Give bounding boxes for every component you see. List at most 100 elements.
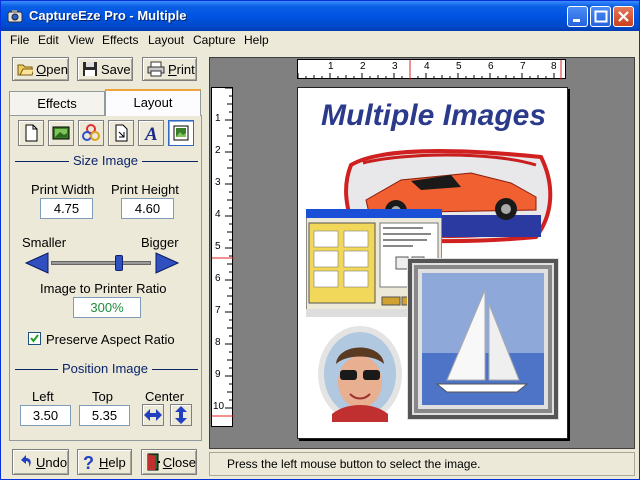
menu-capture[interactable]: Capture — [193, 33, 236, 47]
print-height-label: Print Height — [111, 182, 179, 197]
v-tick-6: 6 — [215, 273, 221, 284]
shrink-arrow-icon[interactable] — [24, 252, 50, 274]
resize-picture-icon — [173, 125, 189, 141]
tab-layout[interactable]: Layout — [105, 89, 201, 116]
h-tick-2: 2 — [360, 61, 366, 72]
vertical-ruler: 1 2 3 4 5 6 7 8 9 10 — [211, 87, 234, 427]
help-label: elp — [108, 454, 126, 470]
printer-icon — [147, 61, 165, 77]
print-width-label: Print Width — [31, 182, 95, 197]
window-title: CaptureEze Pro - Multiple — [29, 8, 187, 23]
ratio-label: Image to Printer Ratio — [40, 281, 167, 296]
smaller-label: Smaller — [22, 235, 67, 250]
v-tick-1: 1 — [215, 113, 221, 124]
open-mnemonic: O — [36, 61, 47, 77]
open-label: pen — [46, 61, 68, 77]
close-mnemonic: C — [162, 454, 173, 470]
text-a-icon: A — [144, 124, 158, 142]
v-tick-4: 4 — [215, 209, 221, 220]
help-button[interactable]: ? Help — [77, 449, 132, 475]
blank-page-button[interactable] — [18, 120, 44, 146]
title-bar[interactable]: CaptureEze Pro - Multiple — [1, 1, 639, 31]
undo-button[interactable]: Undo — [12, 449, 69, 475]
size-slider-thumb[interactable] — [115, 255, 123, 271]
v-tick-7: 7 — [215, 305, 221, 316]
close-button[interactable]: Close — [141, 449, 197, 475]
save-label: Save — [101, 61, 131, 77]
sailboat-image[interactable] — [407, 258, 559, 420]
center-vertical-button[interactable] — [170, 404, 192, 426]
center-label: Center — [145, 389, 185, 404]
folder-open-icon — [17, 64, 34, 76]
v-tick-5: 5 — [215, 241, 221, 252]
undo-label: ndo — [45, 454, 68, 470]
color-circles-icon — [82, 124, 100, 141]
floppy-disk-icon — [83, 62, 97, 76]
h-tick-8: 8 — [551, 61, 557, 72]
exit-door-icon — [147, 453, 160, 471]
size-image-heading: Size Image — [69, 153, 143, 168]
menu-edit[interactable]: Edit — [38, 33, 59, 47]
menu-view[interactable]: View — [68, 33, 94, 47]
position-image-heading: Position Image — [58, 361, 152, 376]
menu-effects[interactable]: Effects — [102, 33, 138, 47]
help-mnemonic: H — [99, 454, 109, 470]
bigger-label: Bigger — [141, 235, 179, 250]
text-button[interactable]: A — [138, 120, 164, 146]
v-tick-10: 10 — [213, 401, 225, 412]
top-position-field[interactable]: 5.35 — [79, 405, 130, 426]
undo-mnemonic: U — [36, 454, 46, 470]
save-button[interactable]: Save — [77, 57, 133, 81]
child-portrait-image[interactable] — [316, 324, 404, 424]
ratio-value: 300% — [73, 297, 141, 318]
close-label: lose — [172, 454, 196, 470]
crop-page-icon — [115, 124, 128, 142]
vertical-arrows-icon — [175, 406, 187, 424]
minimize-button[interactable] — [567, 6, 588, 27]
center-horizontal-button[interactable] — [142, 404, 164, 426]
minimize-icon — [573, 19, 580, 22]
h-tick-1: 1 — [328, 61, 334, 72]
menu-layout[interactable]: Layout — [148, 33, 184, 47]
color-shapes-button[interactable] — [78, 120, 104, 146]
v-tick-9: 9 — [215, 369, 221, 380]
svg-text:?: ? — [83, 453, 94, 471]
print-width-field[interactable]: 4.75 — [40, 198, 93, 219]
size-slider-track[interactable] — [51, 261, 151, 265]
preserve-aspect-checkbox[interactable] — [28, 332, 41, 345]
blank-page-icon — [25, 124, 38, 142]
open-button[interactable]: Open — [12, 57, 69, 81]
h-tick-7: 7 — [520, 61, 526, 72]
print-button[interactable]: Print — [142, 57, 197, 81]
horizontal-ruler-marks — [298, 60, 562, 80]
maximize-button[interactable] — [590, 6, 611, 27]
size-image-button[interactable] — [168, 120, 194, 146]
v-tick-2: 2 — [215, 145, 221, 156]
left-position-field[interactable]: 3.50 — [20, 405, 71, 426]
maximize-icon — [594, 10, 608, 23]
horizontal-ruler: 1 2 3 4 5 6 7 8 — [297, 59, 566, 80]
page-title: Multiple Images — [321, 99, 547, 132]
close-window-button[interactable] — [613, 6, 634, 27]
enlarge-arrow-icon[interactable] — [154, 252, 180, 274]
h-tick-3: 3 — [392, 61, 398, 72]
checkmark-icon — [30, 334, 39, 343]
print-label: rint — [176, 61, 195, 77]
question-mark-icon: ? — [83, 453, 94, 471]
v-tick-3: 3 — [215, 177, 221, 188]
print-height-field[interactable]: 4.60 — [121, 198, 174, 219]
image-button[interactable] — [48, 120, 74, 146]
h-tick-5: 5 — [456, 61, 462, 72]
close-icon — [618, 11, 629, 22]
crop-button[interactable] — [108, 120, 134, 146]
menu-file[interactable]: File — [10, 33, 29, 47]
top-label: Top — [92, 389, 113, 404]
tab-effects[interactable]: Effects — [9, 91, 105, 115]
preserve-aspect-label: Preserve Aspect Ratio — [46, 332, 175, 347]
menu-bar: File Edit View Effects Layout Capture He… — [1, 31, 639, 50]
h-tick-4: 4 — [424, 61, 430, 72]
picture-icon — [52, 126, 70, 140]
left-label: Left — [32, 389, 54, 404]
menu-help[interactable]: Help — [244, 33, 269, 47]
print-mnemonic: P — [168, 61, 177, 77]
